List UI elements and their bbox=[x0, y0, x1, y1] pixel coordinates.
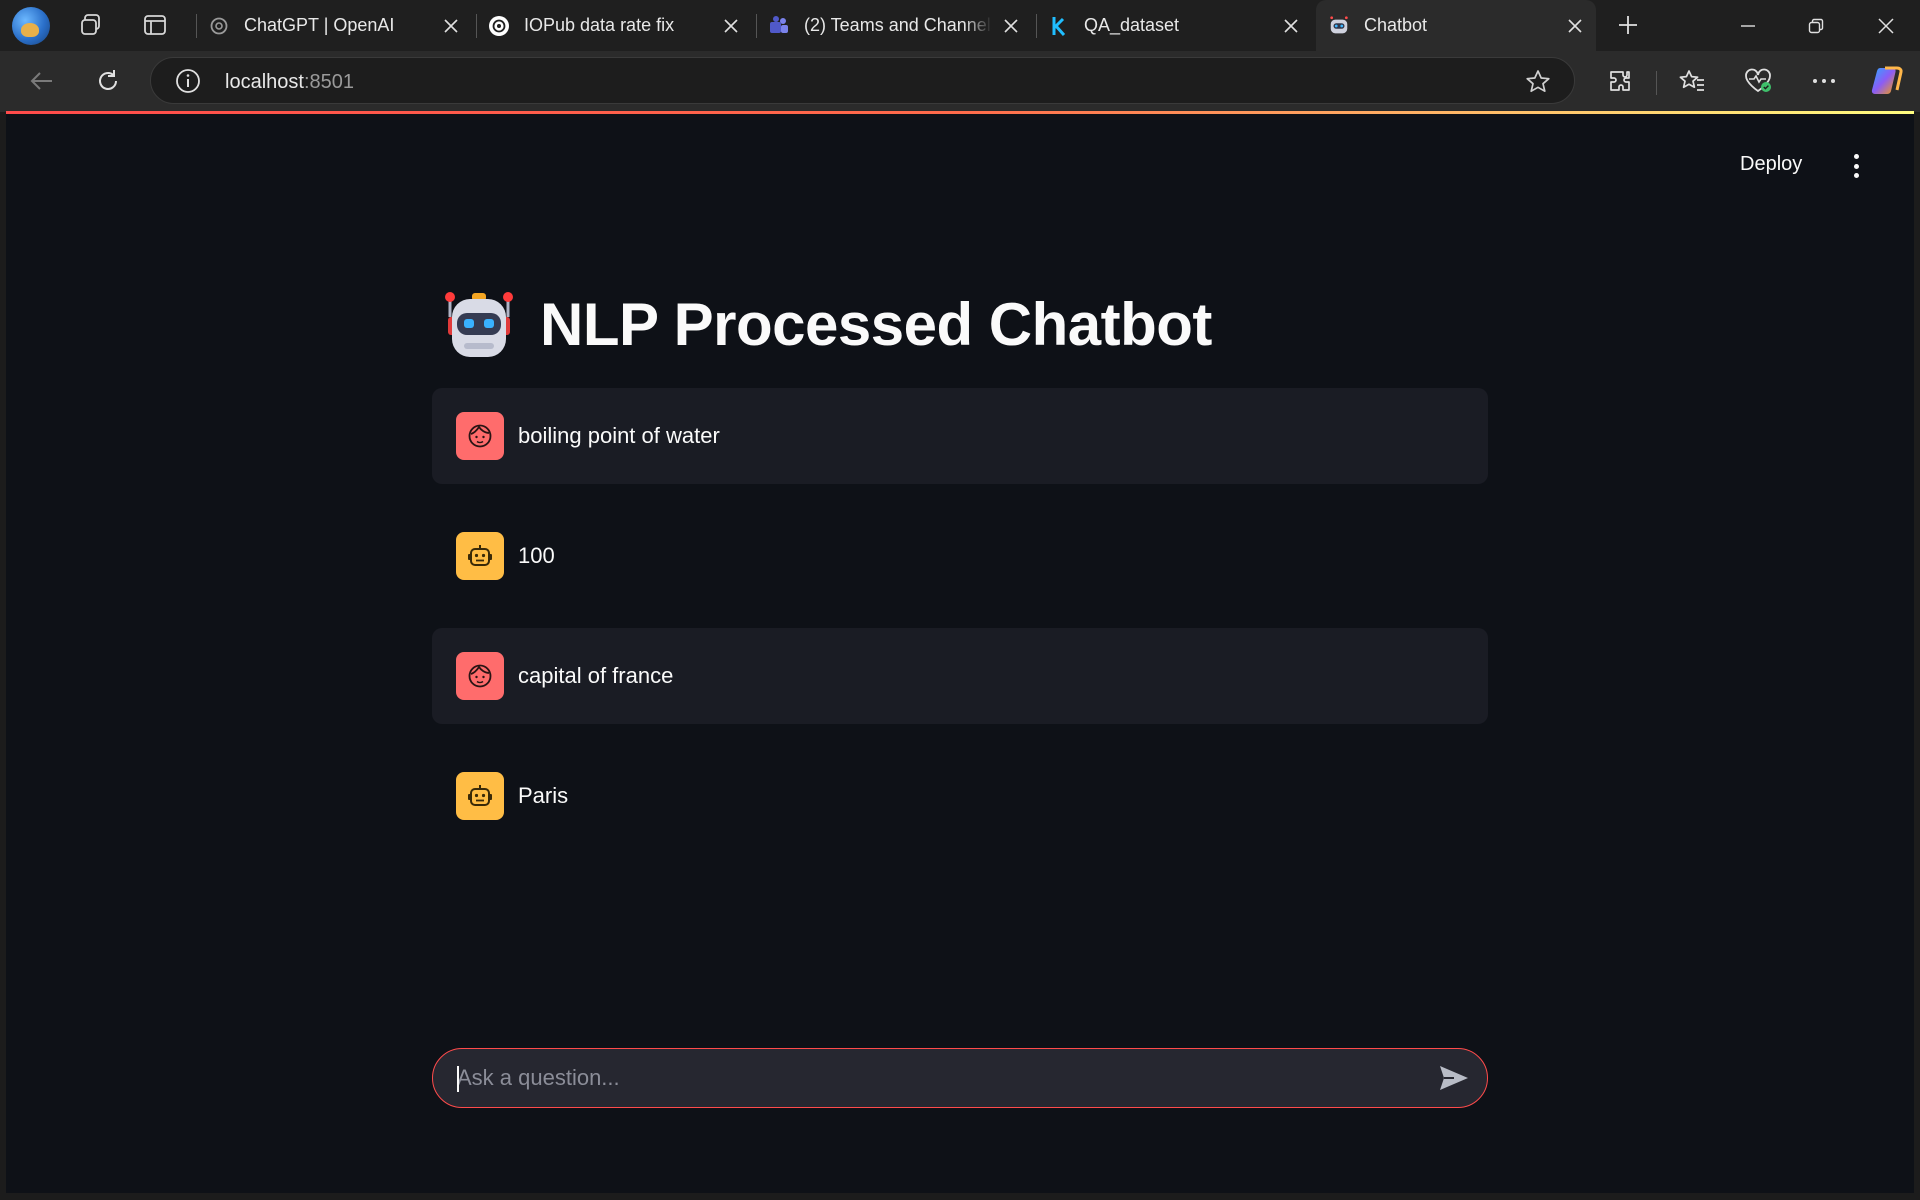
site-info-icon[interactable] bbox=[175, 68, 201, 94]
tab-title: QA_dataset bbox=[1084, 15, 1180, 35]
close-tab-icon[interactable] bbox=[720, 15, 742, 37]
main-menu-icon[interactable] bbox=[1844, 151, 1868, 181]
tab-qa-dataset[interactable]: QA_dataset bbox=[1036, 0, 1312, 51]
tab-chatbot[interactable]: Chatbot bbox=[1316, 0, 1596, 51]
tab-title: ChatGPT | OpenAI bbox=[244, 15, 395, 35]
new-tab-icon[interactable] bbox=[1610, 8, 1646, 42]
tab-teams[interactable]: (2) Teams and Channels bbox=[756, 0, 1032, 51]
robot-emoji-icon bbox=[442, 287, 516, 361]
user-avatar-icon bbox=[456, 652, 504, 700]
more-options-icon[interactable] bbox=[1804, 62, 1844, 100]
tab-title: (2) Teams and Channels bbox=[804, 15, 992, 35]
message-text: Paris bbox=[518, 783, 569, 808]
teams-icon bbox=[768, 15, 790, 37]
openai-icon bbox=[208, 15, 230, 37]
message-text: capital of france bbox=[518, 663, 674, 688]
close-tab-icon[interactable] bbox=[440, 15, 462, 37]
send-icon[interactable] bbox=[1438, 1063, 1470, 1093]
minimize-icon[interactable] bbox=[1714, 0, 1782, 51]
tab-chatgpt[interactable]: ChatGPT | OpenAI bbox=[196, 0, 472, 51]
chat-message-user: capital of france bbox=[432, 628, 1488, 724]
bot-avatar-icon bbox=[456, 532, 504, 580]
robot-icon bbox=[1328, 15, 1350, 37]
chat-message-user: boiling point of water bbox=[432, 388, 1488, 484]
chat-message-assistant: Paris bbox=[432, 748, 1488, 844]
profile-avatar[interactable] bbox=[12, 7, 50, 45]
user-avatar-icon bbox=[456, 412, 504, 460]
streamlit-app: Deploy NLP Processed Chatbot boiling poi… bbox=[6, 111, 1914, 1193]
kaggle-icon bbox=[1048, 15, 1070, 37]
favorites-icon[interactable] bbox=[1672, 62, 1712, 100]
url-text: localhost:8501 bbox=[225, 71, 354, 94]
tab-title: Chatbot bbox=[1364, 15, 1428, 35]
message-text: 100 bbox=[518, 543, 555, 568]
page-title-block: NLP Processed Chatbot bbox=[442, 287, 1212, 361]
url-port: :8501 bbox=[303, 71, 354, 93]
restore-icon[interactable] bbox=[1782, 0, 1850, 51]
workspaces-icon[interactable] bbox=[74, 8, 110, 42]
toolbar-divider bbox=[1656, 71, 1657, 95]
tab-iopub[interactable]: IOPub data rate fix bbox=[476, 0, 752, 51]
bot-avatar-icon bbox=[456, 772, 504, 820]
browser-toolbar: localhost:8501 bbox=[0, 51, 1920, 112]
deploy-button[interactable]: Deploy bbox=[1740, 153, 1802, 176]
window-bottom-border bbox=[0, 1193, 1920, 1200]
chat-message-assistant: 100 bbox=[432, 508, 1488, 604]
refresh-icon[interactable] bbox=[88, 62, 128, 100]
page-title: NLP Processed Chatbot bbox=[540, 290, 1212, 358]
openai-icon bbox=[488, 15, 510, 37]
close-window-icon[interactable] bbox=[1852, 0, 1920, 51]
favorite-star-icon[interactable] bbox=[1524, 68, 1552, 96]
chat-input[interactable] bbox=[457, 1049, 1417, 1106]
header-decoration bbox=[6, 111, 1914, 114]
browser-tab-strip: ChatGPT | OpenAI IOPub data rate fix (2)… bbox=[0, 0, 1920, 51]
copilot-icon[interactable] bbox=[1868, 62, 1908, 100]
tab-actions-icon[interactable] bbox=[137, 8, 173, 42]
close-tab-icon[interactable] bbox=[1280, 15, 1302, 37]
extensions-icon[interactable] bbox=[1600, 62, 1640, 100]
message-text: boiling point of water bbox=[518, 423, 720, 448]
tab-title: IOPub data rate fix bbox=[524, 15, 675, 35]
browser-essentials-icon[interactable] bbox=[1738, 62, 1778, 100]
chat-input-container bbox=[432, 1048, 1488, 1108]
close-tab-icon[interactable] bbox=[1000, 15, 1022, 37]
close-tab-icon[interactable] bbox=[1564, 15, 1586, 37]
text-caret bbox=[457, 1066, 459, 1092]
back-arrow-icon[interactable] bbox=[22, 62, 62, 100]
address-bar[interactable]: localhost:8501 bbox=[150, 57, 1575, 104]
url-host: localhost bbox=[225, 71, 304, 93]
